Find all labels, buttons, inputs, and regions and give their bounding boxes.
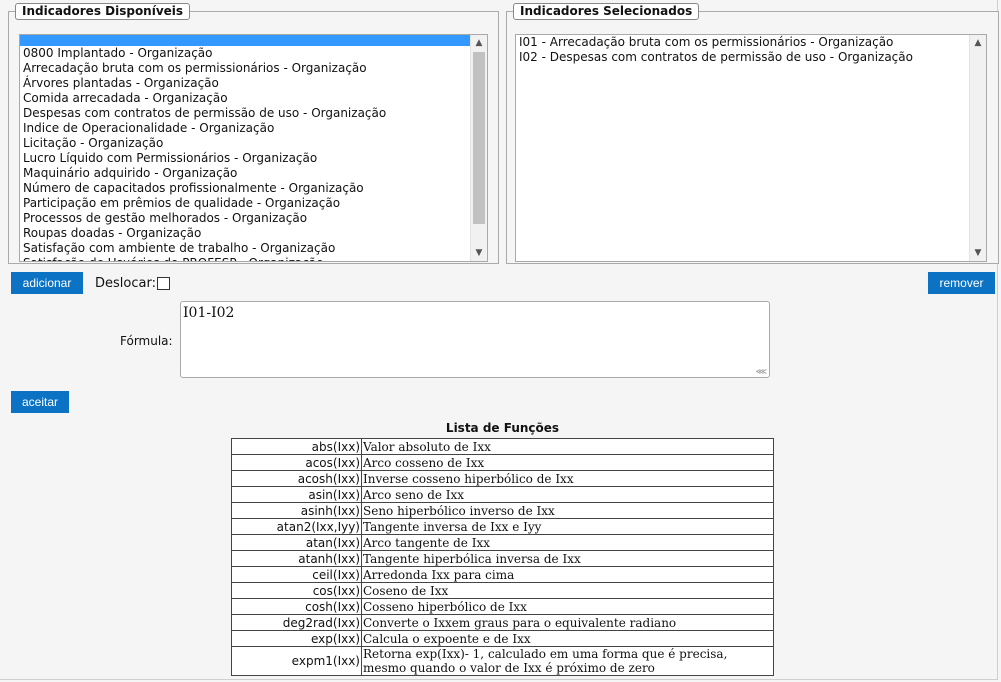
function-name: asin(Ixx) xyxy=(231,486,362,503)
scroll-up-icon[interactable]: ▲ xyxy=(970,35,986,51)
table-row: abs(Ixx) Valor absoluto de Ixx xyxy=(231,438,774,455)
function-description: Arredonda Ixx para cima xyxy=(361,566,774,583)
formula-value: I01-I02 xyxy=(183,305,235,321)
function-description: Calcula o expoente e de Ixx xyxy=(361,630,774,647)
function-description: Converte o Ixxem graus para o equivalent… xyxy=(361,614,774,631)
function-description: Inverse cosseno hiperbólico de Ixx xyxy=(361,470,774,487)
list-item[interactable]: Licitação - Organização xyxy=(20,136,487,151)
list-item[interactable]: Satisfação com ambiente de trabalho - Or… xyxy=(20,241,487,256)
list-item[interactable]: Despesas com contratos de permissão de u… xyxy=(20,106,487,121)
available-indicators-group: Indicadores Disponíveis 0800 Implantado … xyxy=(8,3,499,264)
function-description: Arco seno de Ixx xyxy=(361,486,774,503)
available-list-scrollbar[interactable]: ▲ ▼ xyxy=(470,35,487,261)
formula-label: Fórmula: xyxy=(120,334,173,348)
shift-label: Deslocar: xyxy=(95,276,156,291)
function-name: abs(Ixx) xyxy=(231,438,362,455)
list-item[interactable]: Lucro Líquido com Permissionários - Orga… xyxy=(20,151,487,166)
list-item[interactable]: I02 - Despesas com contratos de permissã… xyxy=(516,50,986,65)
function-name: atan(Ixx) xyxy=(231,534,362,551)
table-row: asinh(Ixx) Seno hiperbólico inverso de Ix… xyxy=(231,502,774,519)
list-item[interactable]: Árvores plantadas - Organização xyxy=(20,76,487,91)
list-item[interactable]: Número de capacitados profissionalmente … xyxy=(20,181,487,196)
list-item[interactable]: Satisfação de Usuários do PROFESP - Orga… xyxy=(20,256,487,261)
table-row: expm1(Ixx) Retorna exp(Ixx)- 1, calculado… xyxy=(231,646,774,676)
function-name: cosh(Ixx) xyxy=(231,598,362,615)
list-item[interactable]: Arrecadação bruta com os permissionários… xyxy=(20,61,487,76)
scroll-up-icon[interactable]: ▲ xyxy=(471,35,487,51)
function-name: acosh(Ixx) xyxy=(231,470,362,487)
table-row: exp(Ixx) Calcula o expoente e de Ixx xyxy=(231,630,774,647)
table-row: asin(Ixx) Arco seno de Ixx xyxy=(231,486,774,503)
table-row: cos(Ixx) Coseno de Ixx xyxy=(231,582,774,599)
selected-list-scrollbar[interactable]: ▲ ▼ xyxy=(969,35,986,261)
list-item[interactable]: 0800 Implantado - Organização xyxy=(20,46,487,61)
list-item[interactable]: Processos de gestão melhorados - Organiz… xyxy=(20,211,487,226)
list-item[interactable]: I01 - Arrecadação bruta com os permissio… xyxy=(516,35,986,50)
function-description: Arco tangente de Ixx xyxy=(361,534,774,551)
resize-grip-icon[interactable]: ⋘ xyxy=(756,367,767,376)
functions-title: Lista de Funções xyxy=(445,421,560,435)
selected-indicators-group: Indicadores Selecionados I01 - Arrecadaç… xyxy=(506,3,999,264)
list-item[interactable]: Indice de Operacionalidade - Organização xyxy=(20,121,487,136)
table-row: ceil(Ixx) Arredonda Ixx para cima xyxy=(231,566,774,583)
function-description: Tangente hiperbólica inversa de Ixx xyxy=(361,550,774,567)
table-row: deg2rad(Ixx) Converte o Ixxem graus para … xyxy=(231,614,774,631)
table-row: atanh(Ixx) Tangente hiperbólica inversa d… xyxy=(231,550,774,567)
function-name: asinh(Ixx) xyxy=(231,502,362,519)
table-row: acosh(Ixx) Inverse cosseno hiperbólico de… xyxy=(231,470,774,487)
accept-button[interactable]: aceitar xyxy=(11,391,69,413)
list-item[interactable]: Maquinário adquirido - Organização xyxy=(20,166,487,181)
scroll-thumb[interactable] xyxy=(473,52,485,224)
function-description: Retorna exp(Ixx)- 1, calculado em uma fo… xyxy=(361,646,774,676)
function-name: ceil(Ixx) xyxy=(231,566,362,583)
functions-table: abs(Ixx) Valor absoluto de Ixx acos(Ixx) Ar… xyxy=(231,438,774,676)
scroll-down-icon[interactable]: ▼ xyxy=(970,245,986,261)
function-name: acos(Ixx) xyxy=(231,454,362,471)
function-name: cos(Ixx) xyxy=(231,582,362,599)
table-row: atan2(Ixx,Iyy) Tangente inversa de Ixx e … xyxy=(231,518,774,535)
selected-indicators-list[interactable]: I01 - Arrecadação bruta com os permissio… xyxy=(515,34,987,262)
table-row: acos(Ixx) Arco cosseno de Ixx xyxy=(231,454,774,471)
function-name: atanh(Ixx) xyxy=(231,550,362,567)
function-description: Arco cosseno de Ixx xyxy=(361,454,774,471)
list-item[interactable]: Comida arrecadada - Organização xyxy=(20,91,487,106)
function-description: Seno hiperbólico inverso de Ixx xyxy=(361,502,774,519)
available-indicators-legend: Indicadores Disponíveis xyxy=(15,3,191,20)
list-item-selected-blank[interactable] xyxy=(20,35,487,46)
scroll-down-icon[interactable]: ▼ xyxy=(471,245,487,261)
function-name: exp(Ixx) xyxy=(231,630,362,647)
add-button[interactable]: adicionar xyxy=(11,272,83,294)
function-description: Tangente inversa de Ixx e Iyy xyxy=(361,518,774,535)
shift-checkbox[interactable] xyxy=(157,277,170,290)
selected-indicators-legend: Indicadores Selecionados xyxy=(513,3,700,20)
remove-button[interactable]: remover xyxy=(928,272,995,294)
available-indicators-list[interactable]: 0800 Implantado - Organização Arrecadação… xyxy=(19,34,488,262)
table-row: cosh(Ixx) Cosseno hiperbólico de Ixx xyxy=(231,598,774,615)
function-description: Valor absoluto de Ixx xyxy=(361,438,774,455)
function-name: deg2rad(Ixx) xyxy=(231,614,362,631)
table-row: atan(Ixx) Arco tangente de Ixx xyxy=(231,534,774,551)
list-item[interactable]: Roupas doadas - Organização xyxy=(20,226,487,241)
list-item[interactable]: Participação em prêmios de qualidade - O… xyxy=(20,196,487,211)
function-description: Cosseno hiperbólico de Ixx xyxy=(361,598,774,615)
formula-textarea[interactable]: I01-I02 ⋘ xyxy=(180,301,770,378)
function-name: atan2(Ixx,Iyy) xyxy=(231,518,362,535)
function-description: Coseno de Ixx xyxy=(361,582,774,599)
function-name: expm1(Ixx) xyxy=(231,646,362,676)
